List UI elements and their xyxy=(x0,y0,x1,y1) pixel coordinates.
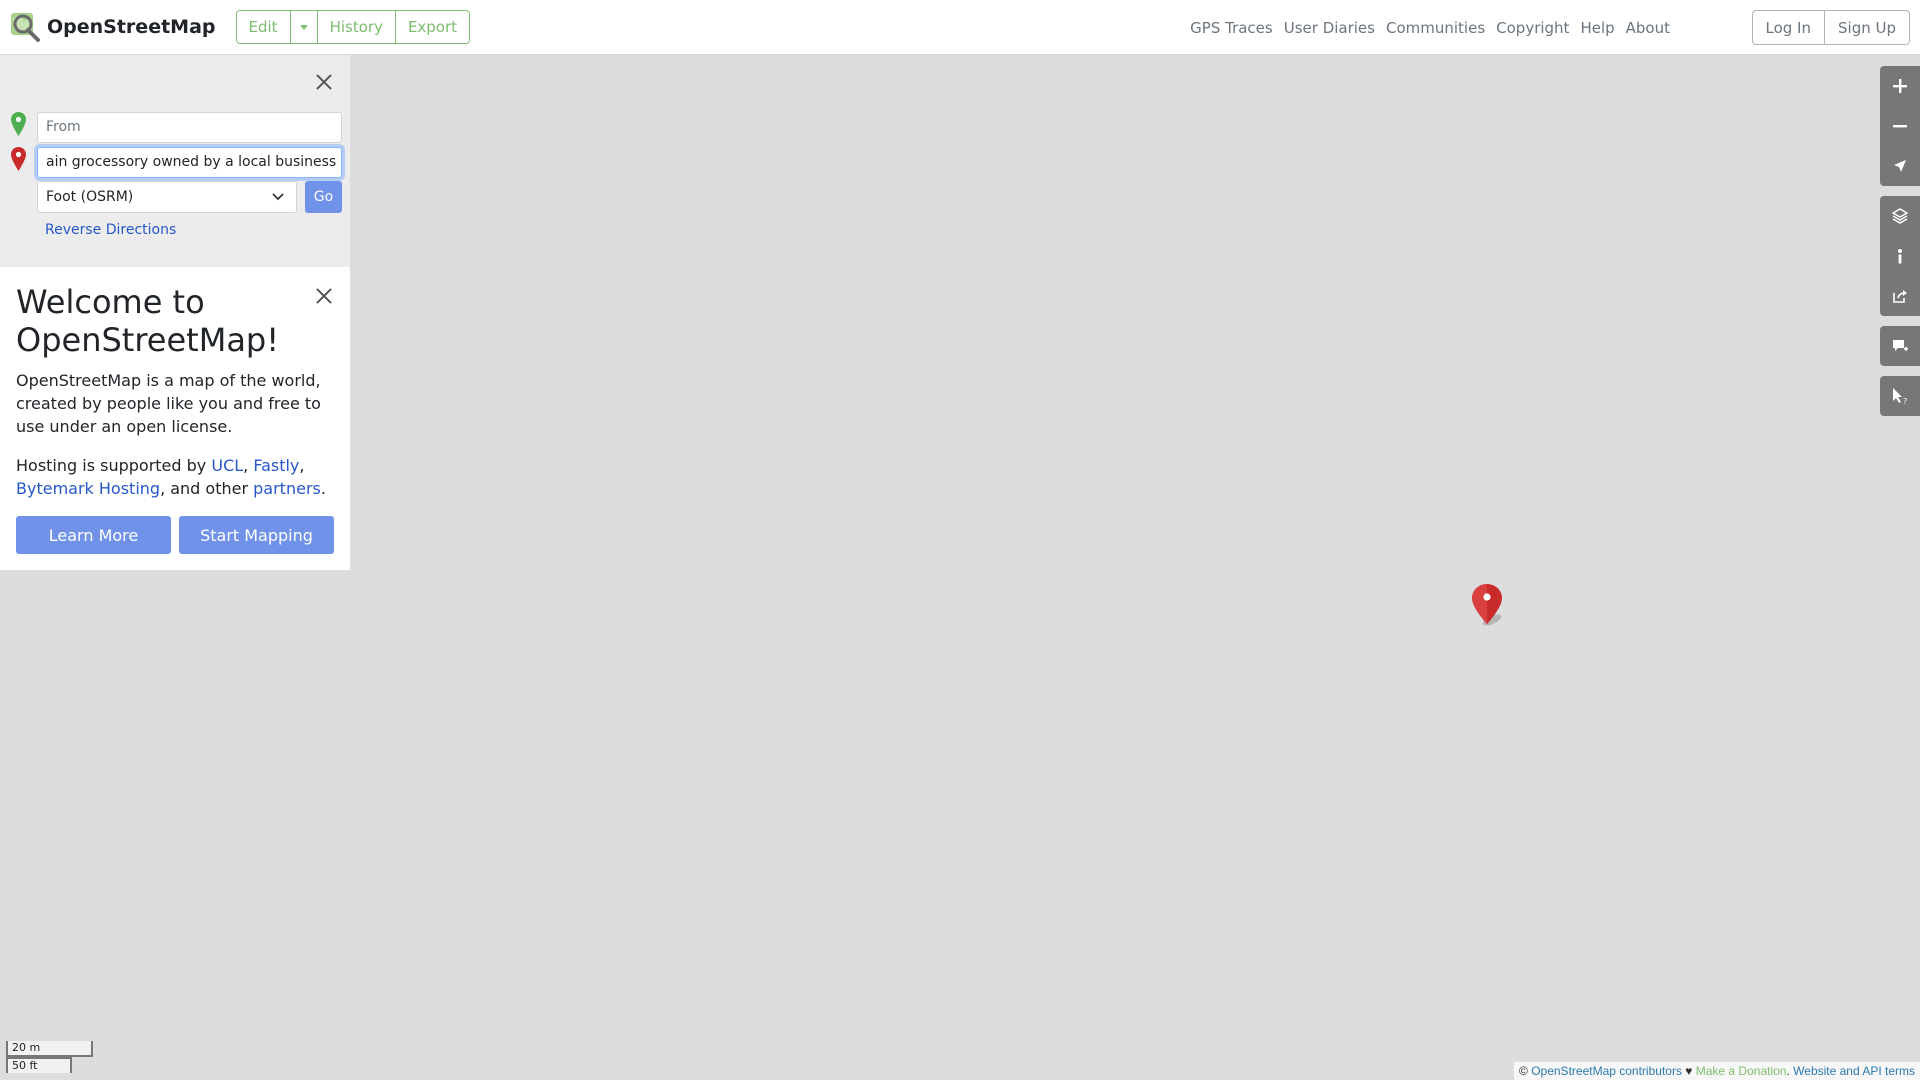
layers-icon xyxy=(1892,208,1908,224)
scale-imperial: 50 ft xyxy=(6,1057,72,1073)
start-pin-icon xyxy=(11,112,26,136)
export-button[interactable]: Export xyxy=(395,11,470,43)
share-button[interactable] xyxy=(1880,276,1920,316)
map-tools xyxy=(1880,196,1920,316)
nav-about[interactable]: About xyxy=(1626,19,1670,37)
caret-down-icon xyxy=(299,24,308,30)
ucl-link[interactable]: UCL xyxy=(211,456,243,475)
end-pin-icon xyxy=(11,147,26,171)
map-canvas[interactable] xyxy=(350,56,1920,1080)
osm-logo-icon xyxy=(11,13,40,42)
period: . xyxy=(320,479,326,498)
fastly-link[interactable]: Fastly xyxy=(253,456,299,475)
routing-engine-value: Foot (OSRM) xyxy=(46,189,134,205)
donate-link[interactable]: Make a Donation xyxy=(1696,1064,1787,1078)
welcome-intro: OpenStreetMap is a map of the world, cre… xyxy=(16,371,321,436)
nav-help[interactable]: Help xyxy=(1580,19,1614,37)
zoom-in-icon xyxy=(1893,79,1907,93)
brand-link[interactable]: OpenStreetMap xyxy=(10,0,216,55)
partners-link[interactable]: partners xyxy=(253,479,321,498)
locate-button[interactable] xyxy=(1880,146,1920,186)
query-tools: ? xyxy=(1880,376,1920,416)
separator: , xyxy=(243,456,254,475)
note-tools xyxy=(1880,326,1920,366)
nav-user-diaries[interactable]: User Diaries xyxy=(1284,19,1375,37)
contributors-link[interactable]: OpenStreetMap contributors xyxy=(1531,1064,1682,1078)
terms-link[interactable]: Website and API terms xyxy=(1793,1064,1915,1078)
share-icon xyxy=(1893,290,1907,303)
zoom-out-button[interactable] xyxy=(1880,106,1920,146)
history-button[interactable]: History xyxy=(317,11,396,43)
zoom-controls xyxy=(1880,66,1920,186)
brand-name: OpenStreetMap xyxy=(47,16,216,38)
welcome-title: Welcome to OpenStreetMap! xyxy=(16,283,280,359)
routing-engine-select[interactable]: Foot (OSRM) xyxy=(37,181,297,213)
learn-more-button[interactable]: Learn More xyxy=(16,516,171,554)
layers-button[interactable] xyxy=(1880,196,1920,236)
copyright-symbol: © xyxy=(1519,1064,1532,1078)
close-directions-icon[interactable] xyxy=(315,73,333,91)
edit-button[interactable]: Edit xyxy=(236,11,291,43)
nav-communities[interactable]: Communities xyxy=(1386,19,1485,37)
map-key-button[interactable] xyxy=(1880,236,1920,276)
map-scale: 20 m 50 ft xyxy=(6,1041,93,1073)
directions-panel: From ain grocessory owned by a local bus… xyxy=(0,55,350,267)
welcome-buttons: Learn More Start Mapping xyxy=(16,516,334,554)
map-attribution: © OpenStreetMap contributors ♥ Make a Do… xyxy=(1514,1062,1920,1080)
query-features-button[interactable]: ? xyxy=(1880,376,1920,416)
welcome-panel: Welcome to OpenStreetMap! OpenStreetMap … xyxy=(0,267,350,570)
zoom-in-button[interactable] xyxy=(1880,66,1920,106)
heart-symbol: ♥ xyxy=(1681,1064,1696,1078)
start-mapping-button[interactable]: Start Mapping xyxy=(179,516,334,554)
map-controls: ? xyxy=(1880,66,1920,426)
info-icon xyxy=(1898,249,1902,264)
scale-metric: 20 m xyxy=(6,1041,93,1057)
edit-dropdown-button[interactable] xyxy=(290,11,318,43)
query-feature-icon: ? xyxy=(1893,388,1907,405)
auth-button-group: Log In Sign Up xyxy=(1751,10,1910,45)
go-button[interactable]: Go xyxy=(305,181,342,213)
zoom-out-icon xyxy=(1893,125,1907,128)
from-input[interactable]: From xyxy=(37,112,342,143)
add-note-icon xyxy=(1893,340,1908,351)
separator: , and other xyxy=(160,479,254,498)
chevron-down-icon xyxy=(272,193,284,201)
hosting-text: Hosting is supported by UCL, Fastly, Byte… xyxy=(16,454,334,500)
edit-button-group: Edit History Export xyxy=(235,10,471,44)
secondary-nav: GPS Traces User Diaries Communities Copy… xyxy=(1179,0,1670,55)
signup-button[interactable]: Sign Up xyxy=(1825,11,1909,44)
login-button[interactable]: Log In xyxy=(1753,11,1825,44)
svg-text:?: ? xyxy=(1903,397,1907,405)
to-input-value: ain grocessory owned by a local business xyxy=(46,154,337,170)
destination-marker-icon[interactable] xyxy=(1470,584,1510,628)
reverse-directions-link[interactable]: Reverse Directions xyxy=(45,222,176,238)
nav-gps-traces[interactable]: GPS Traces xyxy=(1190,19,1273,37)
add-note-button[interactable] xyxy=(1880,326,1920,366)
top-header: OpenStreetMap Edit History Export GPS Tr… xyxy=(0,0,1920,55)
separator: , xyxy=(299,456,305,475)
nav-copyright[interactable]: Copyright xyxy=(1496,19,1569,37)
close-welcome-icon[interactable] xyxy=(315,287,333,305)
to-input[interactable]: ain grocessory owned by a local business xyxy=(37,147,342,178)
sidebar: From ain grocessory owned by a local bus… xyxy=(0,55,350,570)
hosting-prefix: Hosting is supported by xyxy=(16,456,212,475)
locate-icon xyxy=(1894,160,1906,172)
bytemark-link[interactable]: Bytemark Hosting xyxy=(16,479,160,498)
